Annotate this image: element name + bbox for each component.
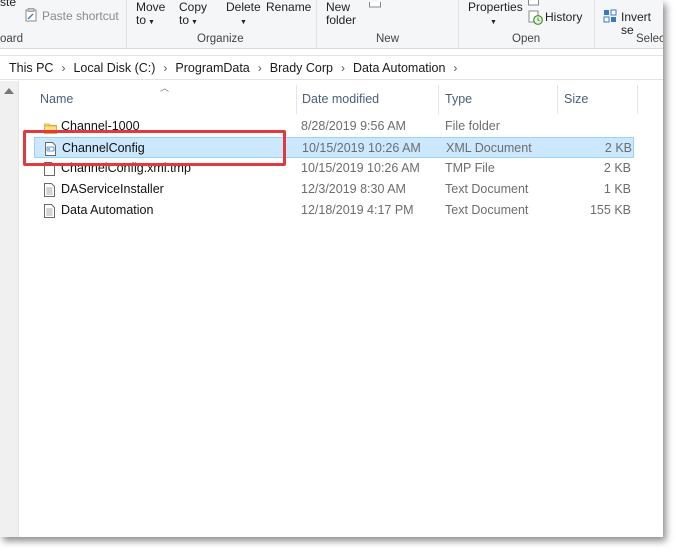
navigation-pane[interactable] [0,81,19,537]
file-row[interactable]: ChannelConfig.xml.tmp 10/15/2019 10:26 AM… [34,158,634,179]
move-to-button[interactable]: Move to ▼ [136,1,165,29]
breadcrumb-local-disk[interactable]: Local Disk (C:) [73,61,155,75]
dropdown-caret-icon: ▼ [490,19,497,26]
folder-icon [44,120,57,134]
delete-button[interactable]: Delete ▼ [226,1,261,29]
delete-label: Delete [226,0,261,14]
scroll-up-icon[interactable] [4,88,14,94]
rename-button[interactable]: Rename [266,1,311,14]
file-date-modified: 12/18/2019 4:17 PM [301,203,414,217]
clipboard-group-label: oard [0,33,24,45]
ribbon-divider [458,0,459,48]
ribbon-divider [594,0,595,48]
column-divider[interactable] [637,85,638,114]
new-group-label: New [376,33,400,45]
xml-file-icon [45,142,56,156]
new-item-icon [369,0,381,11]
column-header-type[interactable]: Type [439,84,557,114]
file-size: 1 KB [603,182,631,196]
ribbon: ste Paste shortcut oard Move to ▼ Copy to… [0,0,663,49]
file-date-modified: 12/3/2019 8:30 AM [301,182,406,196]
copy-to-label-2: to [179,13,190,27]
breadcrumb-brady-corp[interactable]: Brady Corp [270,61,333,75]
properties-button[interactable]: Properties ▼ [468,1,523,29]
open-group-label: Open [512,33,541,45]
text-file-icon [44,183,55,197]
file-type: TMP File [445,161,495,175]
breadcrumb-this-pc[interactable]: This PC [9,61,53,75]
file-date-modified: 10/15/2019 10:26 AM [302,141,421,155]
file-date-modified: 10/15/2019 10:26 AM [301,161,420,175]
breadcrumb-programdata[interactable]: ProgramData [175,61,249,75]
file-explorer-window: ste Paste shortcut oard Move to ▼ Copy to… [0,0,663,537]
chevron-right-icon[interactable]: › [163,61,167,75]
file-name: ChannelConfig [62,141,145,155]
file-row[interactable]: Channel-1000 8/28/2019 9:56 AM File folder [34,116,634,137]
open-icon [528,0,540,10]
file-name: Channel-1000 [61,119,140,133]
history-button[interactable]: History [545,11,582,24]
file-name: ChannelConfig.xml.tmp [61,161,191,175]
file-name: DAServiceInstaller [61,182,164,196]
new-folder-button[interactable]: New folder [326,1,356,27]
dropdown-caret-icon: ▼ [148,19,155,26]
breadcrumb: This PC › Local Disk (C:) › ProgramData … [0,56,663,79]
file-type: XML Document [446,141,532,155]
file-name: Data Automation [61,203,154,217]
column-header-size[interactable]: Size [558,84,637,114]
ribbon-divider [126,0,127,48]
history-icon [528,10,543,28]
file-icon [44,162,55,176]
chevron-right-icon[interactable]: › [61,61,65,75]
properties-label: Properties [468,0,523,14]
move-to-label-2: to [136,13,147,27]
column-header-date-modified[interactable]: Date modified [296,84,438,114]
ribbon-divider [316,0,317,48]
file-type: Text Document [445,182,529,196]
select-group-label: Selec [636,33,663,45]
invert-selection-icon [603,9,618,26]
organize-group-label: Organize [197,33,244,45]
file-type: File folder [445,119,500,133]
new-folder-label-2: folder [326,13,357,27]
column-header-name[interactable]: Name [34,84,296,114]
dropdown-caret-icon: ▼ [240,19,247,26]
file-date-modified: 8/28/2019 9:56 AM [301,119,406,133]
file-type: Text Document [445,203,529,217]
paste-shortcut-button[interactable]: Paste shortcut [42,10,119,23]
paste-button[interactable]: ste [0,0,16,9]
file-row[interactable]: ChannelConfig 10/15/2019 10:26 AM XML Docu… [34,137,634,158]
copy-to-button[interactable]: Copy to ▼ [179,1,207,29]
text-file-icon [44,204,55,218]
file-row[interactable]: DAServiceInstaller 12/3/2019 8:30 AM Text … [34,179,634,200]
address-bar[interactable]: This PC › Local Disk (C:) › ProgramData … [0,55,663,80]
file-size: 2 KB [603,161,631,175]
dropdown-caret-icon: ▼ [191,19,198,26]
file-size: 2 KB [604,141,632,155]
chevron-right-icon[interactable]: › [258,61,262,75]
file-list: ︿ Name Date modified Type Size Channel-1… [20,81,663,537]
paste-shortcut-icon [25,8,38,25]
chevron-right-icon[interactable]: › [453,61,457,75]
file-row[interactable]: Data Automation 12/18/2019 4:17 PM Text Do… [34,200,634,221]
breadcrumb-data-automation[interactable]: Data Automation [353,61,445,75]
chevron-right-icon[interactable]: › [341,61,345,75]
file-size: 155 KB [589,203,631,217]
